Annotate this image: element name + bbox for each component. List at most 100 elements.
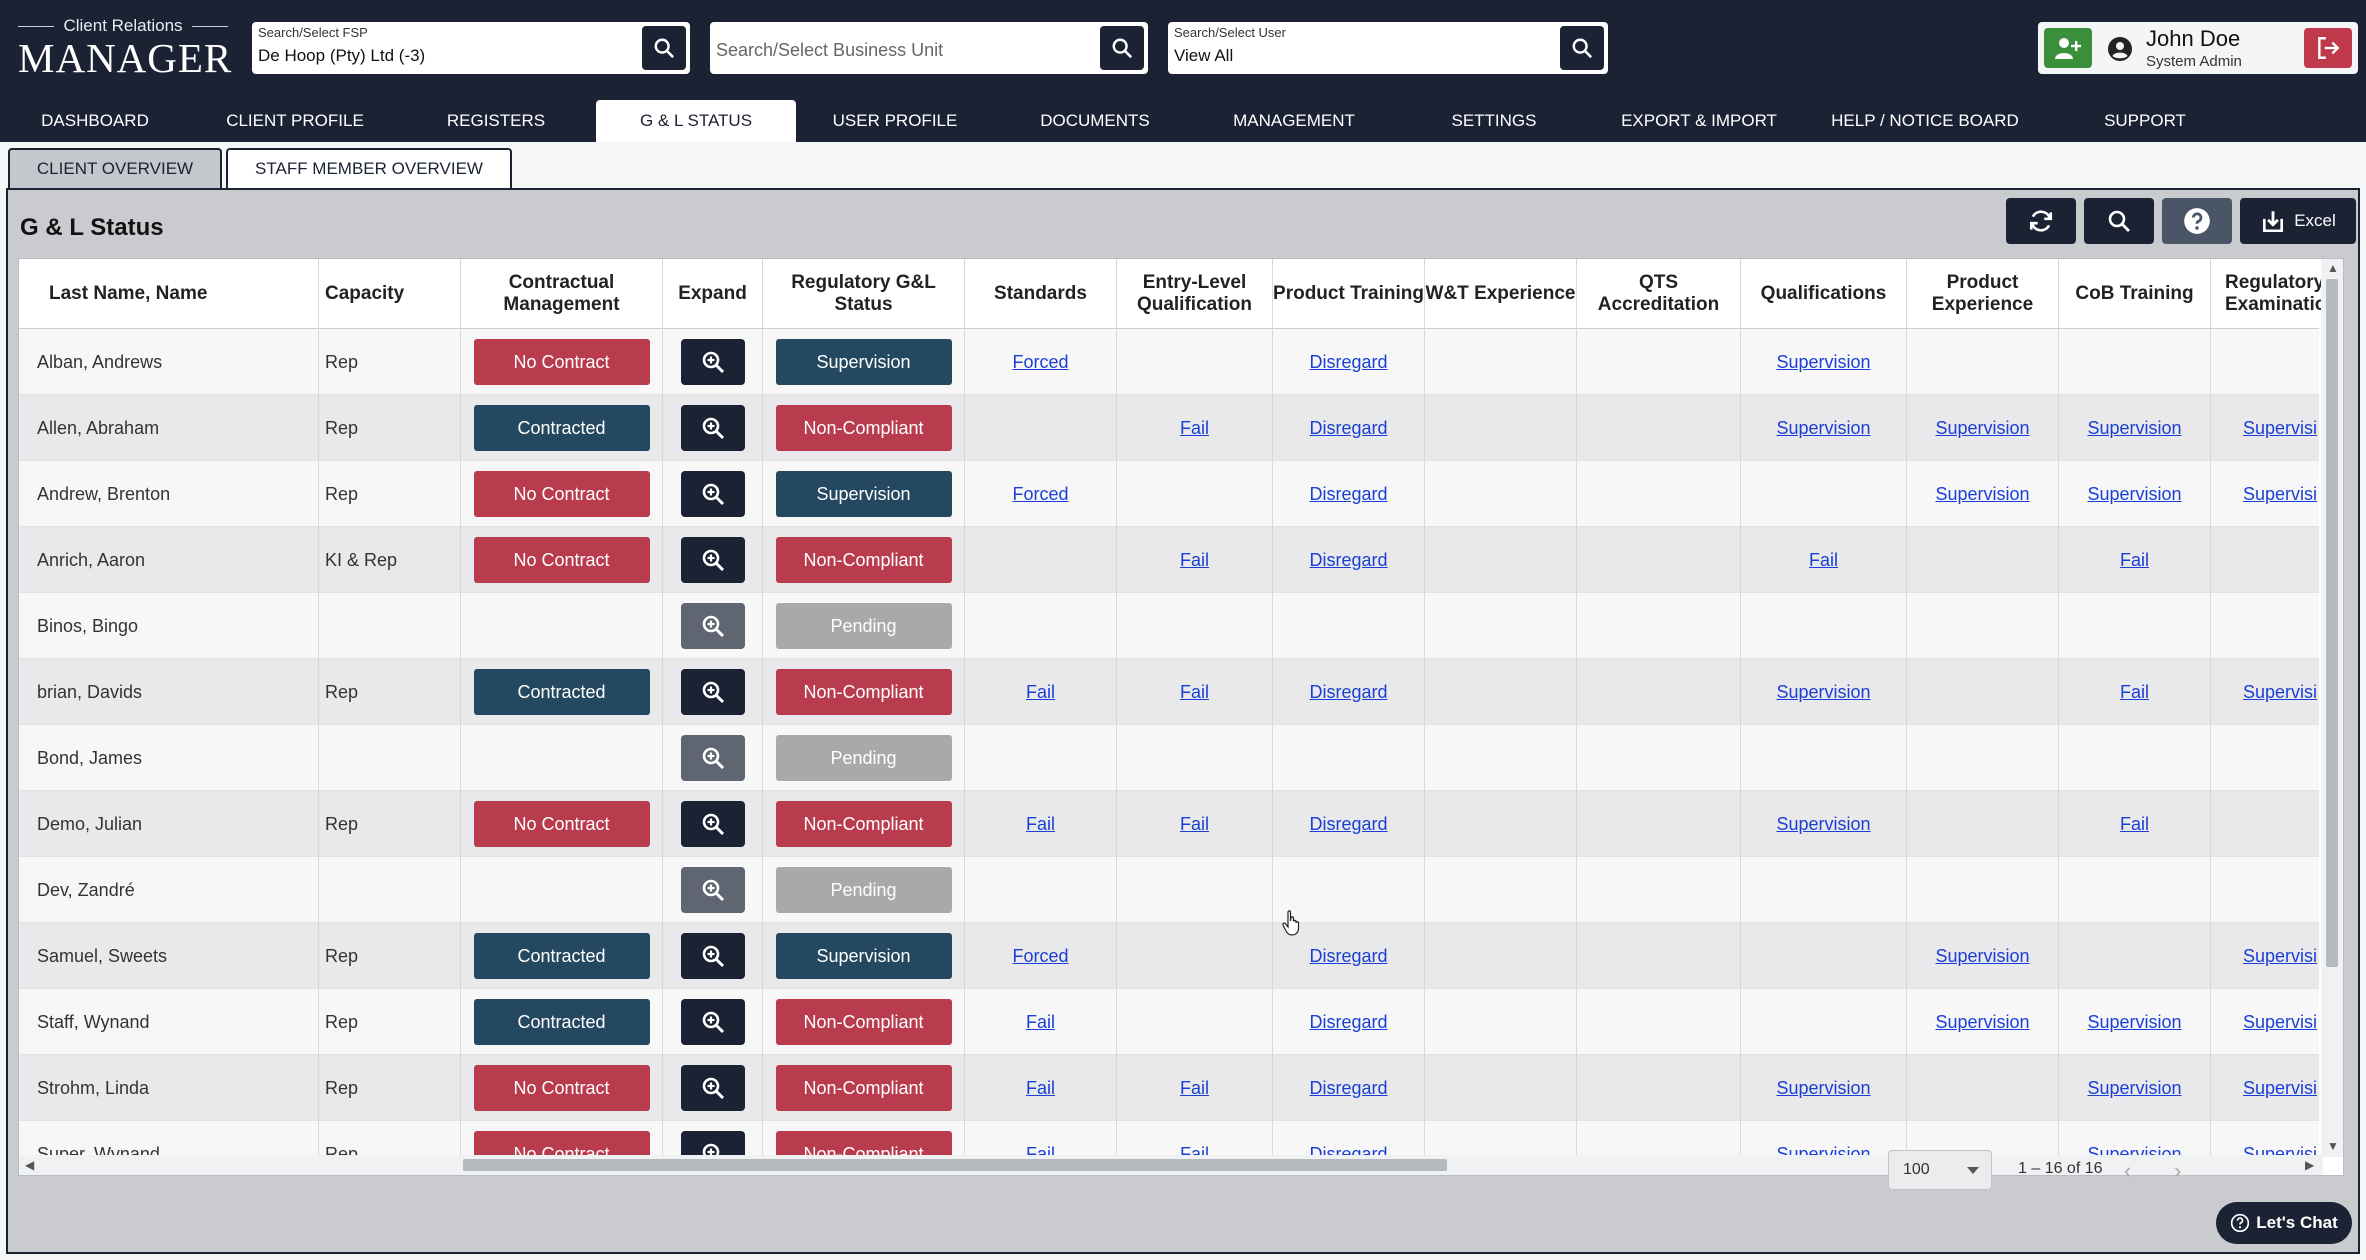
expand-button[interactable] bbox=[680, 1065, 745, 1111]
product-training-link[interactable]: Disregard bbox=[1309, 418, 1387, 439]
vertical-scroll-thumb[interactable] bbox=[2326, 279, 2338, 967]
table-row[interactable]: brian, Davids Rep Contracted Non-Compliant F… bbox=[19, 659, 2319, 725]
product-training-link[interactable]: Disregard bbox=[1309, 352, 1387, 373]
col-product-training-header[interactable]: Product Training bbox=[1273, 259, 1425, 329]
qualifications-link[interactable]: Supervision bbox=[1776, 814, 1870, 835]
qualifications-link[interactable]: Supervision bbox=[1776, 352, 1870, 373]
regulatory-examinations-link[interactable]: Supervisi bbox=[2243, 682, 2317, 703]
standards-link[interactable]: Fail bbox=[1026, 1078, 1055, 1099]
cob-training-link[interactable]: Fail bbox=[2120, 682, 2149, 703]
col-qts-accreditation-header[interactable]: QTS Accreditation bbox=[1577, 259, 1741, 329]
user-search-field[interactable]: Search/Select User View All bbox=[1168, 22, 1608, 74]
entry-level-qualification-link[interactable]: Fail bbox=[1180, 1078, 1209, 1099]
scroll-right-arrow[interactable]: ▶ bbox=[2305, 1158, 2314, 1172]
product-experience-link[interactable]: Supervision bbox=[1935, 484, 2029, 505]
table-row[interactable]: Anrich, Aaron KI & Rep No Contract Non-Comp… bbox=[19, 527, 2319, 593]
page-size-select[interactable]: 100 bbox=[1888, 1150, 1992, 1190]
nav-registers[interactable]: REGISTERS bbox=[424, 100, 568, 142]
standards-link[interactable]: Forced bbox=[1012, 946, 1068, 967]
table-row[interactable]: Allen, Abraham Rep Contracted Non-Compliant… bbox=[19, 395, 2319, 461]
col-standards-header[interactable]: Standards bbox=[965, 259, 1117, 329]
tab-staff-member-overview[interactable]: STAFF MEMBER OVERVIEW bbox=[226, 148, 512, 188]
user-search-value[interactable]: View All bbox=[1174, 46, 1233, 66]
expand-button[interactable] bbox=[680, 669, 745, 715]
table-row[interactable]: Strohm, Linda Rep No Contract Non-Compliant… bbox=[19, 1055, 2319, 1121]
col-regulatory-status-header[interactable]: Regulatory G&L Status bbox=[763, 259, 965, 329]
expand-button[interactable] bbox=[680, 471, 745, 517]
next-page-button[interactable]: › bbox=[2174, 1158, 2181, 1184]
scroll-left-arrow[interactable]: ◀ bbox=[25, 1158, 34, 1172]
logout-button[interactable] bbox=[2304, 28, 2352, 68]
fsp-search-field[interactable]: Search/Select FSP De Hoop (Pty) Ltd (-3) bbox=[252, 22, 690, 74]
qualifications-link[interactable]: Supervision bbox=[1776, 1078, 1870, 1099]
fsp-search-value[interactable]: De Hoop (Pty) Ltd (-3) bbox=[258, 46, 425, 66]
expand-button[interactable] bbox=[680, 933, 745, 979]
user-search-button[interactable] bbox=[1560, 26, 1604, 70]
product-training-link[interactable]: Disregard bbox=[1309, 550, 1387, 571]
nav-management[interactable]: MANAGEMENT bbox=[1208, 100, 1380, 142]
excel-export-button[interactable]: Excel bbox=[2240, 198, 2356, 244]
nav-documents[interactable]: DOCUMENTS bbox=[1016, 100, 1174, 142]
entry-level-qualification-link[interactable]: Fail bbox=[1180, 418, 1209, 439]
standards-link[interactable]: Fail bbox=[1026, 682, 1055, 703]
business-unit-placeholder[interactable]: Search/Select Business Unit bbox=[716, 40, 943, 61]
col-cob-training-header[interactable]: CoB Training bbox=[2059, 259, 2211, 329]
product-experience-link[interactable]: Supervision bbox=[1935, 1012, 2029, 1033]
tab-client-overview[interactable]: CLIENT OVERVIEW bbox=[8, 148, 222, 188]
table-row[interactable]: Dev, Zandré Pending bbox=[19, 857, 2319, 923]
table-row[interactable]: Staff, Wynand Rep Contracted Non-Compliant F… bbox=[19, 989, 2319, 1055]
search-button[interactable] bbox=[2084, 198, 2154, 244]
expand-button[interactable] bbox=[680, 735, 745, 781]
entry-level-qualification-link[interactable]: Fail bbox=[1180, 682, 1209, 703]
nav-help-notice-board[interactable]: HELP / NOTICE BOARD bbox=[1820, 100, 2030, 142]
business-unit-search-button[interactable] bbox=[1100, 26, 1144, 70]
regulatory-examinations-link[interactable]: Supervisi bbox=[2243, 1078, 2317, 1099]
col-product-experience-header[interactable]: Product Experience bbox=[1907, 259, 2059, 329]
nav-dashboard[interactable]: DASHBOARD bbox=[18, 100, 172, 142]
nav-gl-status[interactable]: G & L STATUS bbox=[596, 100, 796, 142]
table-row[interactable]: Bond, James Pending bbox=[19, 725, 2319, 791]
product-experience-link[interactable]: Supervision bbox=[1935, 946, 2029, 967]
help-button[interactable] bbox=[2162, 198, 2232, 244]
standards-link[interactable]: Fail bbox=[1026, 814, 1055, 835]
expand-button[interactable] bbox=[680, 801, 745, 847]
expand-button[interactable] bbox=[680, 999, 745, 1045]
scroll-down-arrow[interactable]: ▼ bbox=[2327, 1139, 2339, 1153]
product-training-link[interactable]: Disregard bbox=[1309, 946, 1387, 967]
col-qualifications-header[interactable]: Qualifications bbox=[1741, 259, 1907, 329]
table-row[interactable]: Samuel, Sweets Rep Contracted Supervision Fo… bbox=[19, 923, 2319, 989]
standards-link[interactable]: Forced bbox=[1012, 484, 1068, 505]
fsp-search-button[interactable] bbox=[642, 26, 686, 70]
nav-client-profile[interactable]: CLIENT PROFILE bbox=[208, 100, 382, 142]
nav-export-import[interactable]: EXPORT & IMPORT bbox=[1608, 100, 1790, 142]
table-row[interactable]: Andrew, Brenton Rep No Contract Supervision… bbox=[19, 461, 2319, 527]
standards-link[interactable]: Forced bbox=[1012, 352, 1068, 373]
cob-training-link[interactable]: Supervision bbox=[2087, 1078, 2181, 1099]
product-training-link[interactable]: Disregard bbox=[1309, 1078, 1387, 1099]
cob-training-link[interactable]: Supervision bbox=[2087, 418, 2181, 439]
standards-link[interactable]: Fail bbox=[1026, 1012, 1055, 1033]
cob-training-link[interactable]: Fail bbox=[2120, 550, 2149, 571]
add-user-button[interactable] bbox=[2044, 28, 2092, 68]
qualifications-link[interactable]: Supervision bbox=[1776, 682, 1870, 703]
cob-training-link[interactable]: Fail bbox=[2120, 814, 2149, 835]
entry-level-qualification-link[interactable]: Fail bbox=[1180, 550, 1209, 571]
qualifications-link[interactable]: Fail bbox=[1809, 550, 1838, 571]
qualifications-link[interactable]: Supervision bbox=[1776, 418, 1870, 439]
cob-training-link[interactable]: Supervision bbox=[2087, 1012, 2181, 1033]
col-expand-header[interactable]: Expand bbox=[663, 259, 763, 329]
refresh-button[interactable] bbox=[2006, 198, 2076, 244]
product-training-link[interactable]: Disregard bbox=[1309, 814, 1387, 835]
app-logo[interactable]: Client Relations MANAGER bbox=[18, 16, 231, 79]
col-wt-experience-header[interactable]: W&T Experience bbox=[1425, 259, 1577, 329]
horizontal-scroll-thumb[interactable] bbox=[463, 1159, 1447, 1171]
nav-settings[interactable]: SETTINGS bbox=[1424, 100, 1564, 142]
table-row[interactable]: Demo, Julian Rep No Contract Non-Compliant F… bbox=[19, 791, 2319, 857]
lets-chat-button[interactable]: Let's Chat bbox=[2216, 1202, 2352, 1244]
col-contractual-management-header[interactable]: Contractual Management bbox=[461, 259, 663, 329]
expand-button[interactable] bbox=[680, 339, 745, 385]
col-capacity-header[interactable]: Capacity bbox=[319, 259, 461, 329]
table-row[interactable]: Binos, Bingo Pending bbox=[19, 593, 2319, 659]
table-row[interactable]: Alban, Andrews Rep No Contract Supervision F… bbox=[19, 329, 2319, 395]
regulatory-examinations-link[interactable]: Supervisi bbox=[2243, 418, 2317, 439]
